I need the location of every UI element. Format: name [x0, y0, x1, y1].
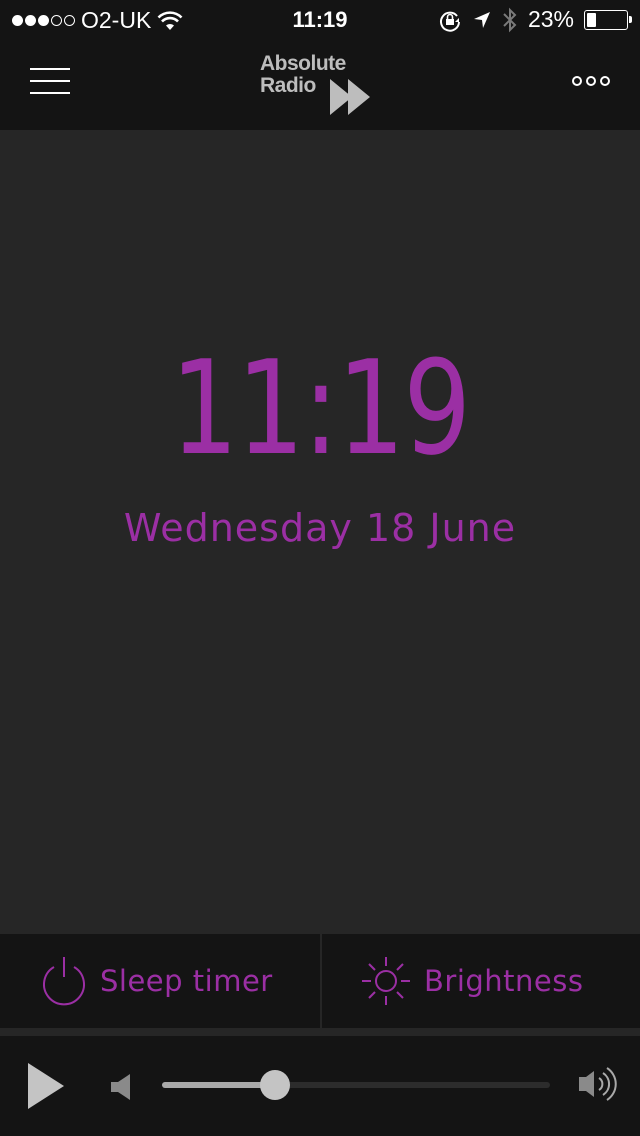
battery-percent: 23%: [527, 6, 574, 32]
clock-time: 11:19: [170, 332, 471, 484]
sleep-timer-label: Sleep timer: [100, 964, 273, 998]
player-bar: [0, 1036, 640, 1136]
volume-slider-knob[interactable]: [259, 1070, 290, 1100]
volume-slider[interactable]: [162, 1070, 550, 1100]
more-options-icon[interactable]: [572, 76, 610, 86]
power-icon: [43, 957, 85, 1006]
battery-fill: [587, 12, 596, 27]
rotation-lock-icon: [439, 11, 460, 32]
bluetooth-icon: [503, 7, 517, 32]
brightness-button[interactable]: Brightness: [320, 934, 640, 1028]
status-bar: O2-UK 11:19 23%: [0, 0, 640, 40]
sleep-timer-button[interactable]: Sleep timer: [0, 934, 320, 1028]
battery-icon: [584, 9, 632, 30]
nav-bar: Absolute Radio: [0, 40, 640, 130]
location-arrow-icon: [473, 11, 490, 28]
actions-bar: Sleep timer Brightness: [0, 934, 640, 1032]
sun-icon: [362, 957, 410, 1005]
clock-date: Wednesday 18 June: [123, 506, 517, 550]
logo-line-1: Absolute: [260, 52, 346, 75]
volume-slider-fill: [162, 1082, 275, 1088]
fast-forward-logo-icon: [330, 79, 370, 115]
volume-high-icon: [579, 1067, 617, 1101]
status-right: 23%: [438, 6, 632, 33]
absolute-radio-logo: Absolute Radio: [260, 53, 380, 117]
hamburger-menu-icon[interactable]: [30, 68, 70, 94]
play-icon[interactable]: [26, 1063, 66, 1109]
volume-low-icon: [111, 1074, 130, 1100]
brightness-label: Brightness: [424, 964, 584, 998]
clock-screen: 11:19 Wednesday 18 June: [0, 130, 640, 934]
